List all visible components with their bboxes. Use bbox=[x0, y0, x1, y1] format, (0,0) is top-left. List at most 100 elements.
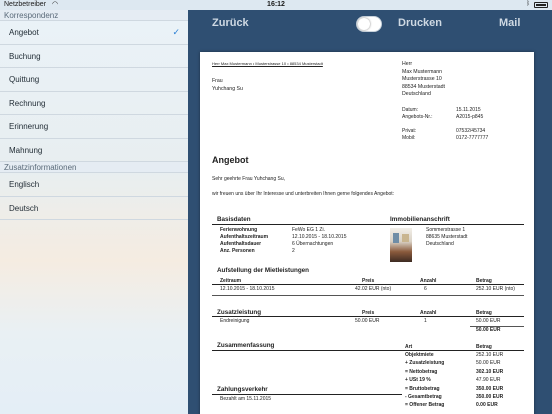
miet-heading: Aufstellung der Mietleistungen bbox=[217, 267, 310, 274]
basis-value: 6 Übernachtungen bbox=[292, 241, 334, 247]
sidebar-item-buchung[interactable]: Buchung bbox=[0, 45, 188, 68]
table-cell: 252.10 EUR (nto) bbox=[476, 286, 515, 292]
summary-label: + USt 19 % bbox=[405, 377, 431, 384]
sidebar-item-quittung[interactable]: Quittung bbox=[0, 68, 188, 92]
immobilie-address: Sommerstrasse 1 88635 Musterstadt Deutsc… bbox=[426, 227, 467, 248]
immobilie-line: Sommerstrasse 1 bbox=[426, 227, 466, 233]
document-title: Angebot bbox=[212, 155, 249, 165]
print-button[interactable]: Drucken bbox=[398, 17, 442, 29]
sender-line-item: Musterstrasse 10 bbox=[402, 76, 442, 82]
table-cell: 12.10.2015 - 18.10.2015 bbox=[220, 286, 275, 292]
sidebar-item-deutsch[interactable]: Deutsch bbox=[0, 197, 188, 220]
checkmark-icon: ✓ bbox=[172, 27, 180, 37]
property-photo bbox=[390, 228, 412, 262]
sidebar-item-erinnerung[interactable]: Erinnerung bbox=[0, 115, 188, 139]
contact-labels: Privat: Mobil: bbox=[402, 128, 416, 142]
back-button[interactable]: Zurück bbox=[212, 17, 249, 29]
sidebar-item-angebot[interactable]: Angebot ✓ bbox=[0, 21, 188, 45]
divider bbox=[212, 394, 402, 395]
table-cell: 42.02 EUR (nto) bbox=[355, 286, 392, 292]
divider bbox=[212, 295, 524, 296]
sender-line-item: Herr bbox=[402, 61, 413, 67]
table-cell: 50.00 EUR bbox=[355, 318, 380, 324]
sidebar-item-label: Englisch bbox=[9, 180, 40, 189]
sidebar-item-rechnung[interactable]: Rechnung bbox=[0, 92, 188, 115]
recipient-line: Yuhchang Su bbox=[212, 85, 243, 92]
sidebar-item-mahnung[interactable]: Mahnung bbox=[0, 139, 188, 162]
summary-heading: Zusammenfassung bbox=[217, 342, 275, 349]
sidebar-item-label: Deutsch bbox=[9, 203, 39, 213]
mail-button[interactable]: Mail bbox=[499, 17, 520, 29]
basisdaten-values: FeWo EG 1 Zi. 12.10.2015 - 18.10.2015 6 … bbox=[292, 227, 347, 255]
summary-value: 50.00 EUR bbox=[476, 360, 501, 367]
meta-labels: Datum: Angebots-Nr.: bbox=[402, 107, 433, 121]
toggle-knob bbox=[358, 18, 370, 30]
table-cell: 50.00 EUR bbox=[476, 318, 501, 324]
basisdaten-heading: Basisdaten bbox=[217, 216, 251, 223]
meta-value: A2015-p845 bbox=[456, 114, 484, 120]
clock: 16:12 bbox=[267, 1, 285, 8]
table-cell: 6 bbox=[424, 286, 427, 292]
sender-line-item: Deutschland bbox=[402, 91, 431, 97]
divider bbox=[212, 316, 524, 317]
basis-label: Aufenthaltszeitraum bbox=[220, 234, 269, 240]
sidebar-item-englisch[interactable]: Englisch bbox=[0, 173, 188, 197]
section-header-korrespondenz: Korrespondenz bbox=[0, 10, 188, 21]
summary-label: = Nettobetrag bbox=[405, 368, 438, 375]
payment-row: Bezahlt am 15.11.2015 bbox=[220, 396, 272, 402]
contact-label: Privat: bbox=[402, 128, 417, 134]
sidebar-item-label: Erinnerung bbox=[9, 122, 49, 131]
document-viewer[interactable]: Herr Max Mustermann • Musterstrasse 10 •… bbox=[188, 38, 552, 414]
basis-value: 12.10.2015 - 18.10.2015 bbox=[292, 234, 347, 240]
section-header-zusatzinformationen: Zusatzinformationen bbox=[0, 162, 188, 173]
meta-label: Datum: bbox=[402, 107, 419, 113]
bluetooth-icon: ᛒ bbox=[526, 1, 530, 7]
sidebar-item-label: Rechnung bbox=[9, 98, 46, 108]
meta-values: 15.11.2015 A2015-p845 bbox=[456, 107, 483, 121]
sidebar-item-label: Buchung bbox=[9, 51, 41, 61]
basis-value: FeWo EG 1 Zi. bbox=[292, 227, 325, 233]
recipient-line: Frau bbox=[212, 78, 223, 84]
sender-address: Herr Max Mustermann Musterstrasse 10 885… bbox=[402, 61, 445, 99]
summary-value: 350.00 EUR bbox=[476, 394, 504, 401]
basis-value: 2 bbox=[292, 248, 295, 254]
contact-label: Mobil: bbox=[402, 135, 416, 141]
sidebar-item-label: Angebot bbox=[9, 28, 39, 37]
contact-value: 07532/45734 bbox=[456, 128, 486, 134]
summary-value: 0.00 EUR bbox=[476, 402, 498, 409]
intro-text: wir freuen uns über Ihr Interesse und un… bbox=[212, 191, 395, 197]
divider bbox=[212, 224, 524, 225]
summary-labels: Objektmiete + Zusatzleistung = Nettobetr… bbox=[405, 351, 444, 410]
summary-value: 302.10 EUR bbox=[476, 368, 504, 375]
sender-line-item: Max Mustermann bbox=[402, 68, 443, 75]
summary-value: 350.00 EUR bbox=[476, 385, 504, 392]
greeting: Sehr geehrte Frau Yuhchang Su, bbox=[212, 176, 286, 182]
sender-line-item: 88534 Musterstadt bbox=[402, 83, 445, 90]
meta-value: 15.11.2015 bbox=[456, 107, 481, 113]
summary-label: Objektmiete bbox=[405, 352, 434, 358]
zusatz-total: 50.00 EUR bbox=[476, 327, 501, 333]
sidebar-item-label: Quittung bbox=[9, 75, 40, 84]
meta-label: Angebots-Nr.: bbox=[402, 114, 433, 120]
summary-value: 47.90 EUR bbox=[476, 377, 501, 384]
document-page: Herr Max Mustermann • Musterstrasse 10 •… bbox=[200, 52, 534, 414]
table-cell: Endreinigung bbox=[220, 318, 250, 324]
basis-label: Aufenthaltsdauer bbox=[220, 241, 262, 247]
contact-values: 07532/45734 0172-7777777 bbox=[456, 128, 488, 142]
sender-line: Herr Max Mustermann • Musterstrasse 10 •… bbox=[212, 61, 323, 66]
summary-label: = Bruttobetrag bbox=[405, 385, 440, 392]
immobilie-heading: Immobilienanschrift bbox=[390, 216, 450, 223]
basisdaten-labels: Ferienwohnung Aufenthaltszeitraum Aufent… bbox=[220, 227, 268, 255]
divider bbox=[212, 284, 524, 285]
battery-icon bbox=[534, 2, 548, 8]
summary-values: 252.10 EUR 50.00 EUR 302.10 EUR 47.90 EU… bbox=[476, 351, 503, 410]
contact-value: 0172-7777777 bbox=[456, 135, 489, 141]
toolbar: Zurück Drucken Mail bbox=[188, 10, 552, 38]
immobilie-line: 88635 Musterstadt bbox=[426, 234, 468, 240]
basis-label: Ferienwohnung bbox=[220, 227, 258, 233]
summary-value: 252.10 EUR bbox=[476, 352, 504, 358]
sidebar: Korrespondenz Angebot ✓ Buchung Quittung… bbox=[0, 10, 188, 414]
toggle-switch[interactable] bbox=[356, 16, 382, 32]
immobilie-line: Deutschland bbox=[426, 241, 454, 247]
status-bar: Netzbetreiber ◠ 16:12 ᛒ bbox=[0, 0, 552, 10]
